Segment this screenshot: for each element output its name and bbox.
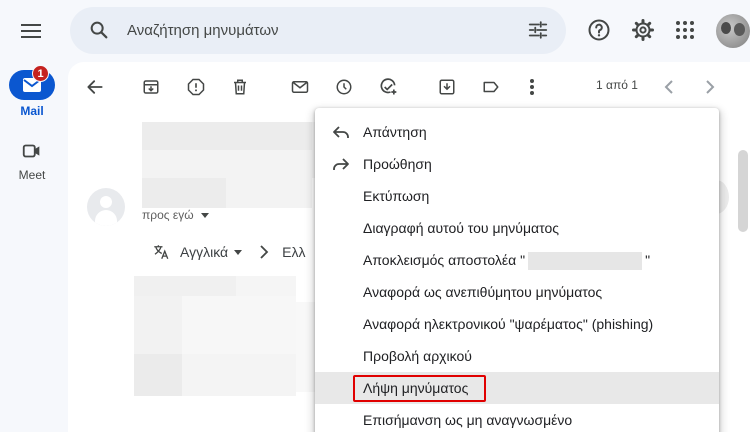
redacted-subject xyxy=(142,122,312,150)
highlight-annotation-box xyxy=(353,375,486,402)
redacted-sender xyxy=(142,178,226,208)
recipient-details-toggle[interactable]: προς εγώ xyxy=(142,208,209,222)
menu-item-delete-message[interactable]: Διαγραφή αυτού του μηνύματος xyxy=(315,212,719,244)
menu-item-label: Αναφορά ηλεκτρονικού "ψαρέματος" (phishi… xyxy=(363,316,654,332)
delete-trash-icon[interactable] xyxy=(229,76,251,98)
message-more-menu: Απάντηση Προώθηση Εκτύπωση Διαγραφή αυτο… xyxy=(315,108,719,432)
snooze-clock-icon[interactable] xyxy=(333,76,355,98)
redacted-body xyxy=(182,354,296,396)
menu-item-download-message[interactable]: Λήψη μηνύματος xyxy=(315,372,719,404)
left-nav-rail: 1 Mail Meet xyxy=(0,62,64,432)
translate-target-language[interactable]: Ελλ xyxy=(282,244,305,260)
menu-item-print[interactable]: Εκτύπωση xyxy=(315,180,719,212)
move-to-icon[interactable] xyxy=(436,76,458,98)
main-menu-icon[interactable] xyxy=(14,14,48,48)
menu-item-show-original[interactable]: Προβολή αρχικού xyxy=(315,340,719,372)
mark-unread-mail-icon[interactable] xyxy=(289,76,311,98)
redacted-body xyxy=(236,276,296,296)
more-options-icon[interactable] xyxy=(521,76,543,98)
translate-icon xyxy=(154,245,169,260)
label-tag-icon[interactable] xyxy=(480,76,502,98)
menu-item-forward[interactable]: Προώθηση xyxy=(315,148,719,180)
chevron-right-icon xyxy=(260,245,269,259)
unread-count-badge: 1 xyxy=(32,65,49,82)
sender-avatar[interactable] xyxy=(87,188,125,226)
help-icon[interactable] xyxy=(586,17,612,43)
account-avatar[interactable] xyxy=(716,14,750,48)
redacted-sender-name xyxy=(528,252,643,271)
mail-nav-label[interactable]: Mail xyxy=(0,104,64,118)
back-arrow-icon[interactable] xyxy=(84,76,106,98)
previous-chevron-icon[interactable] xyxy=(658,76,680,98)
recipient-label: προς εγώ xyxy=(142,208,194,222)
caret-down-icon xyxy=(200,213,209,219)
pagination-count: 1 από 1 xyxy=(596,78,638,92)
add-to-tasks-icon[interactable] xyxy=(377,76,399,98)
translate-source-language[interactable]: Αγγλικά xyxy=(180,244,228,260)
report-spam-icon[interactable] xyxy=(185,76,207,98)
redacted-subject xyxy=(142,150,312,178)
search-options-icon[interactable] xyxy=(527,19,549,41)
menu-item-label: Προώθηση xyxy=(363,156,432,172)
redacted-body xyxy=(134,276,236,296)
menu-item-label: Διαγραφή αυτού του μηνύματος xyxy=(363,220,559,236)
menu-item-reply[interactable]: Απάντηση xyxy=(315,116,719,148)
reply-icon xyxy=(333,126,349,138)
menu-item-label: Αναφορά ως ανεπιθύμητου μηνύματος xyxy=(363,284,603,300)
scrollbar-thumb[interactable] xyxy=(738,150,748,232)
search-input[interactable]: Αναζήτηση μηνυμάτων xyxy=(127,22,279,39)
menu-item-label: Προβολή αρχικού xyxy=(363,348,472,364)
archive-icon[interactable] xyxy=(140,76,162,98)
next-chevron-icon[interactable] xyxy=(699,76,721,98)
redacted-body xyxy=(134,354,182,396)
redacted-sender xyxy=(226,178,312,208)
search-icon[interactable] xyxy=(88,19,110,41)
forward-icon xyxy=(333,158,349,170)
redacted-body xyxy=(134,296,182,354)
caret-down-icon xyxy=(234,249,243,255)
meet-nav-label[interactable]: Meet xyxy=(0,168,64,182)
menu-item-label: Εκτύπωση xyxy=(363,188,430,204)
top-bar: Αναζήτηση μηνυμάτων xyxy=(0,0,750,62)
menu-item-mark-unread[interactable]: Επισήμανση ως μη αναγνωσμένο xyxy=(315,404,719,432)
menu-item-block-sender[interactable]: Αποκλεισμός αποστολέα " " xyxy=(315,244,719,276)
menu-item-report-phishing[interactable]: Αναφορά ηλεκτρονικού "ψαρέματος" (phishi… xyxy=(315,308,719,340)
redacted-body xyxy=(296,302,316,392)
menu-item-label: Επισήμανση ως μη αναγνωσμένο xyxy=(363,412,573,428)
settings-gear-icon[interactable] xyxy=(630,17,656,43)
redacted-body xyxy=(182,296,296,354)
menu-item-label: Αποκλεισμός αποστολέα " xyxy=(363,252,526,268)
menu-item-label-end: " xyxy=(645,252,651,268)
search-bar[interactable]: Αναζήτηση μηνυμάτων xyxy=(70,7,566,54)
apps-grid-icon[interactable] xyxy=(672,17,698,43)
translate-bar: Αγγλικά Ελλ xyxy=(152,240,305,264)
menu-item-label: Απάντηση xyxy=(363,124,427,140)
menu-item-report-spam[interactable]: Αναφορά ως ανεπιθύμητου μηνύματος xyxy=(315,276,719,308)
meet-video-icon[interactable] xyxy=(21,140,43,162)
